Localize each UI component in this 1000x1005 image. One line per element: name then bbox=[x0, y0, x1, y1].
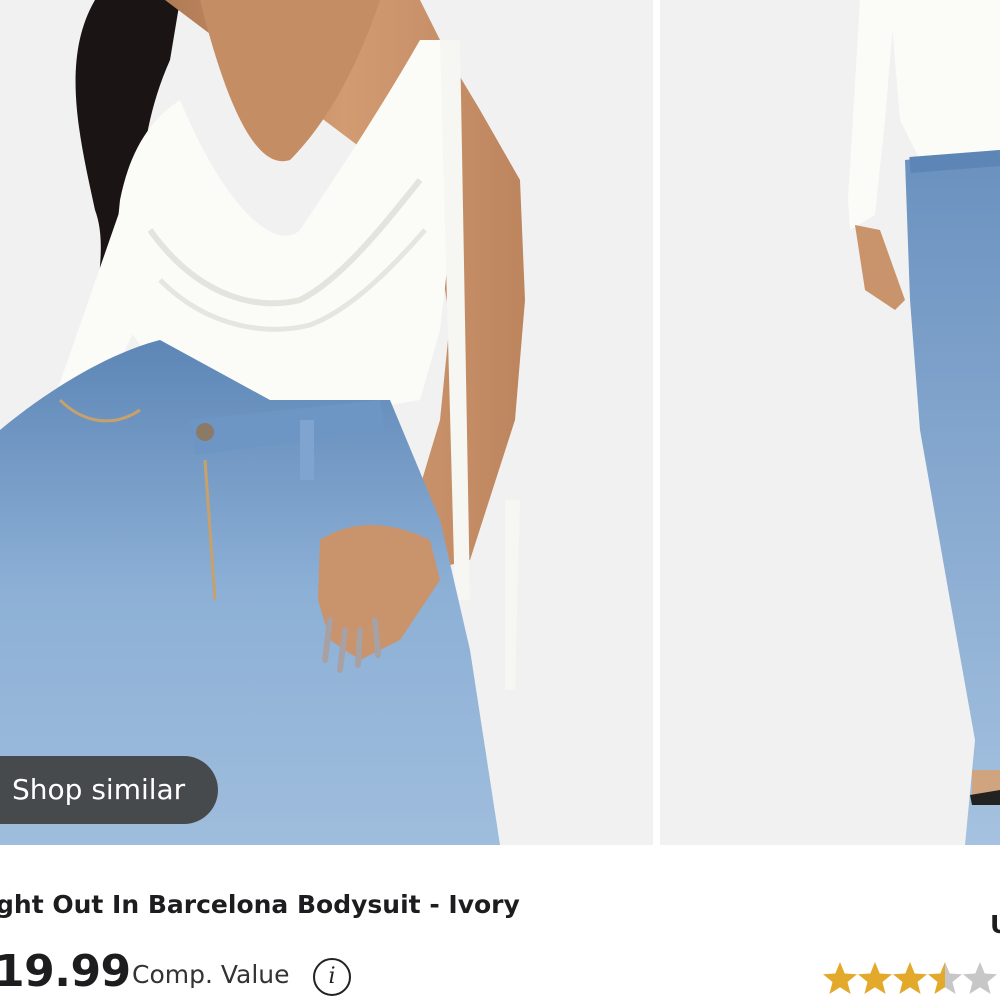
star-icon-4-half bbox=[928, 962, 962, 994]
shop-similar-button[interactable]: Shop similar bbox=[0, 756, 218, 824]
product-image-main[interactable]: Shop similar bbox=[0, 0, 653, 845]
star-icon-2 bbox=[858, 962, 892, 994]
star-icon-3 bbox=[893, 962, 927, 994]
product-image-secondary[interactable] bbox=[660, 0, 1000, 845]
star-icon-5-empty bbox=[963, 962, 997, 994]
rating-stars bbox=[823, 962, 997, 994]
star-icon-1 bbox=[823, 962, 857, 994]
shop-similar-label: Shop similar bbox=[12, 773, 186, 806]
product-photo-full-length bbox=[660, 0, 1000, 845]
product-image-carousel[interactable]: Shop similar bbox=[0, 0, 1000, 845]
product-title[interactable]: ght Out In Barcelona Bodysuit - Ivory bbox=[0, 890, 520, 919]
comp-value-label: Comp. Value bbox=[132, 960, 290, 989]
product-price: 19.99 bbox=[0, 946, 131, 997]
product-photo-front bbox=[0, 0, 653, 845]
info-icon[interactable]: i bbox=[313, 958, 351, 996]
next-product-title[interactable]: U bbox=[990, 910, 1000, 939]
star-rating bbox=[822, 960, 1000, 1000]
